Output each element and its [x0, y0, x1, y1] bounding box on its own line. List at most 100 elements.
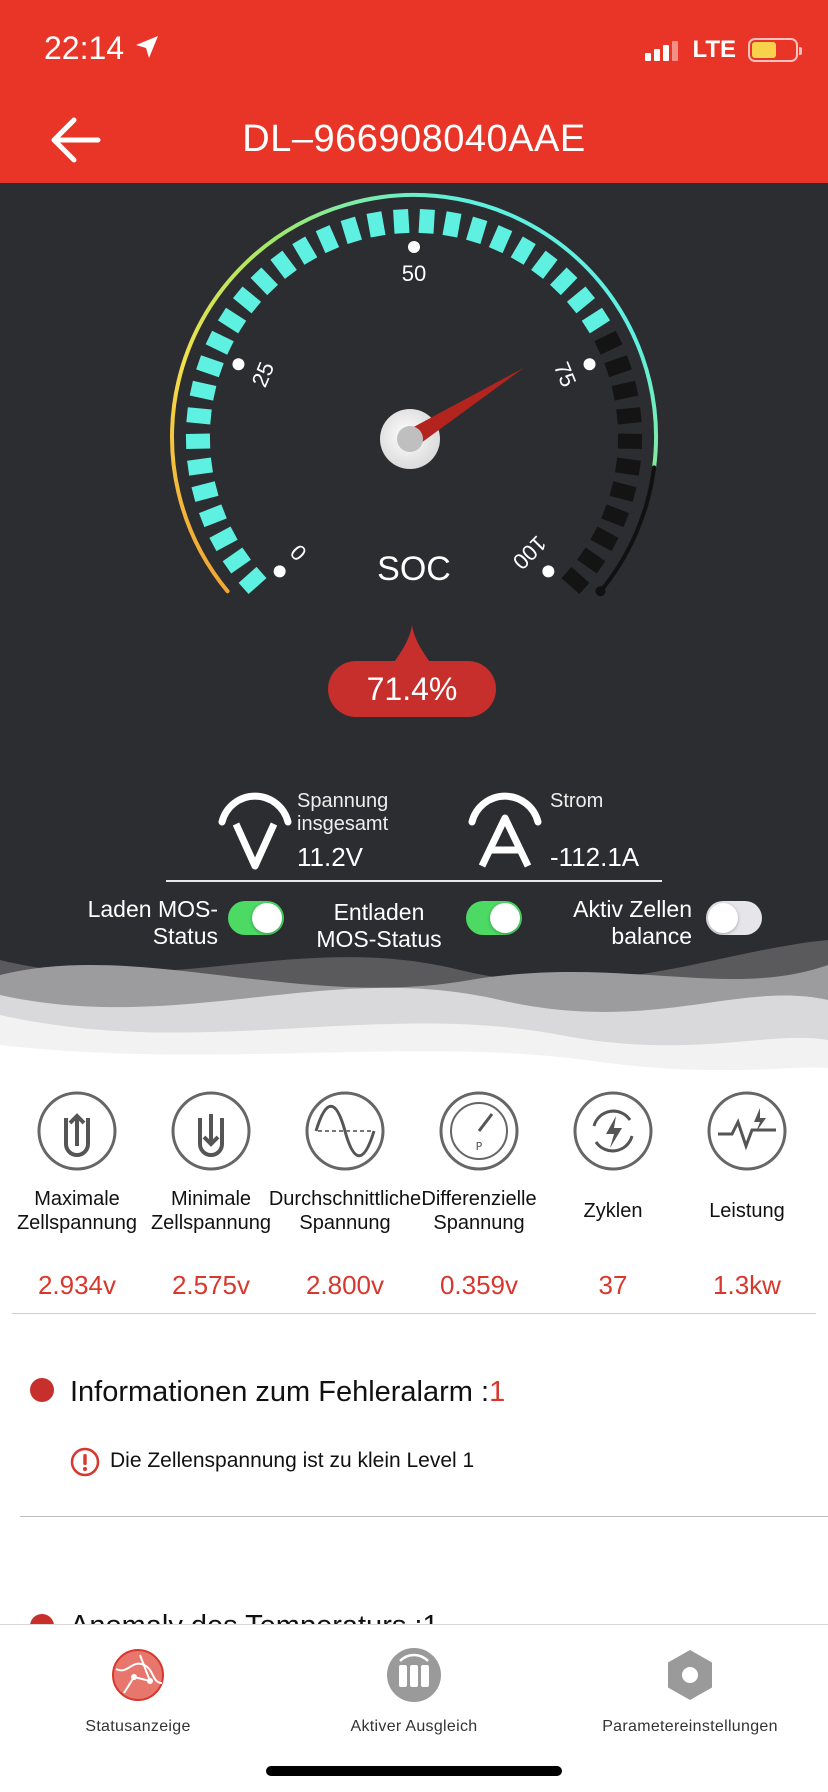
gauge-tick-dots	[232, 241, 596, 578]
stat-name: Leistung	[709, 1200, 785, 1222]
soc-value-badge: 71.4%	[328, 625, 496, 717]
tick-dot	[408, 241, 420, 253]
tick-dot	[232, 358, 245, 371]
gauge-segment	[198, 504, 227, 528]
cell-stats: Maximale Zellspannung 2.934v Minimale Ze…	[0, 1090, 828, 1300]
gauge-panel: 0 25 50 75 100 SOC 71.4% Spannung insges…	[0, 183, 828, 1060]
gauge-segment	[196, 355, 224, 378]
next-section-title: Anomaly des Temperaturs :1	[70, 1610, 439, 1624]
status-indicators: LTE	[645, 36, 802, 64]
next-section-peek: Anomaly des Temperaturs :1	[30, 1610, 450, 1624]
gauge-segment	[590, 526, 619, 552]
alarm-bullet	[30, 1378, 54, 1402]
min-voltage-icon	[171, 1091, 251, 1171]
gauge-rim	[170, 193, 658, 597]
device-title: DL–966908040AAE	[242, 118, 586, 160]
metrics-divider	[166, 880, 662, 882]
stat-value: 2.575v	[171, 1270, 251, 1300]
voltage-icon	[218, 792, 292, 870]
wave-decoration	[0, 940, 828, 1080]
current-label: Strom	[550, 790, 604, 812]
stat-name: Durchschnittliche Spannung	[268, 1188, 422, 1234]
top-bar: 22:14 LTE DL–966908040AAE	[0, 0, 828, 183]
current-icon	[468, 792, 542, 868]
gauge-segment	[189, 380, 217, 401]
location-arrow-icon	[136, 36, 158, 58]
tab-active-balance-label: Aktiver Ausgleich	[350, 1718, 478, 1735]
tab-parameters-label: Parametereinstellungen	[602, 1718, 778, 1735]
tab-active-balance[interactable]: Aktiver Ausgleich	[294, 1635, 534, 1736]
gauge-rim-colored	[170, 193, 658, 594]
home-indicator	[266, 1766, 562, 1776]
soc-value: 71.4%	[328, 661, 496, 717]
max-voltage-icon	[37, 1091, 117, 1171]
gauge-segment	[510, 236, 536, 265]
tick-label-75: 75	[549, 358, 581, 390]
soc-label: SOC	[377, 550, 451, 588]
gauge-segment	[217, 307, 247, 334]
gauge-segment	[611, 380, 639, 401]
warning-icon	[70, 1447, 100, 1477]
stat-avg-voltage: Durchschnittliche Spannung 2.800v	[268, 1090, 422, 1300]
stat-value: 0.359v	[439, 1270, 519, 1300]
stat-name: Zyklen	[583, 1200, 643, 1222]
status-time: 22:14	[44, 30, 125, 66]
gauge-segment	[292, 236, 318, 265]
alarm-message: Die Zellenspannung ist zu klein Level 1	[110, 1449, 475, 1472]
gauge-segment	[601, 504, 630, 528]
gauge-segment	[250, 267, 279, 296]
sine-wave-icon	[305, 1091, 385, 1171]
gauge-segment	[393, 208, 410, 234]
cycle-charge-icon	[573, 1091, 653, 1171]
tick-dot	[583, 358, 596, 371]
tab-status-label: Statusanzeige	[85, 1718, 191, 1735]
stats-divider	[12, 1313, 816, 1314]
stat-name: Minimale Zellspannung	[150, 1188, 272, 1234]
gauge-segment	[594, 330, 623, 355]
gauge-segment	[191, 481, 219, 502]
stat-value: 1.3kw	[713, 1270, 781, 1300]
needle-hub-center	[397, 426, 423, 452]
stat-min-cell-voltage: Minimale Zellspannung 2.575v	[144, 1090, 278, 1300]
gauge-segment	[418, 208, 435, 234]
voltage-label: Spannung insgesamt	[297, 790, 389, 835]
stat-name: Differenzielle Spannung	[421, 1188, 537, 1234]
stat-power: Leistung 1.3kw	[680, 1090, 814, 1300]
stat-diff-voltage: P Differenzielle Spannung 0.359v	[412, 1090, 546, 1300]
gauge-segment	[442, 211, 462, 238]
discharge-mos-toggle[interactable]	[466, 901, 522, 935]
current-value: -112.1A	[550, 842, 640, 872]
gauge-segment	[549, 267, 578, 296]
alarm-count: 1	[489, 1376, 506, 1408]
battery-icon	[748, 38, 802, 62]
tick-label-25: 25	[247, 358, 279, 390]
active-balance-toggle[interactable]	[706, 901, 762, 935]
next-section-bullet	[30, 1614, 54, 1624]
stat-value: 2.934v	[37, 1270, 117, 1300]
gauge-segment	[232, 286, 262, 314]
gauge-segment	[466, 216, 488, 244]
charge-mos-toggle[interactable]	[228, 901, 284, 935]
gauge-segment	[315, 225, 340, 254]
signal-icon	[645, 39, 679, 61]
gauge-segment	[566, 286, 596, 314]
tab-parameters[interactable]: Parametereinstellungen	[570, 1635, 810, 1736]
gauge-segment	[581, 307, 611, 334]
settings-hexagon-icon	[668, 1650, 712, 1700]
gauge-segment	[604, 355, 632, 378]
status-globe-icon	[112, 1649, 164, 1701]
gauge-segment	[205, 330, 234, 355]
tab-status[interactable]: Statusanzeige	[18, 1635, 258, 1736]
voltage-metric: Spannung insgesamt 11.2V	[297, 790, 417, 873]
pressure-gauge-icon: P	[439, 1091, 519, 1171]
gauge-segment	[366, 211, 386, 238]
gauge-needle	[380, 367, 524, 469]
alarm-divider	[20, 1516, 828, 1517]
stat-value: 37	[598, 1270, 628, 1300]
stat-name: Maximale Zellspannung	[16, 1188, 138, 1234]
stat-value: 2.800v	[305, 1270, 385, 1300]
gauge-segment	[187, 457, 213, 476]
stat-max-cell-voltage: Maximale Zellspannung 2.934v	[10, 1090, 144, 1300]
gauge-segment	[531, 250, 558, 279]
gauge-segment	[616, 407, 642, 425]
